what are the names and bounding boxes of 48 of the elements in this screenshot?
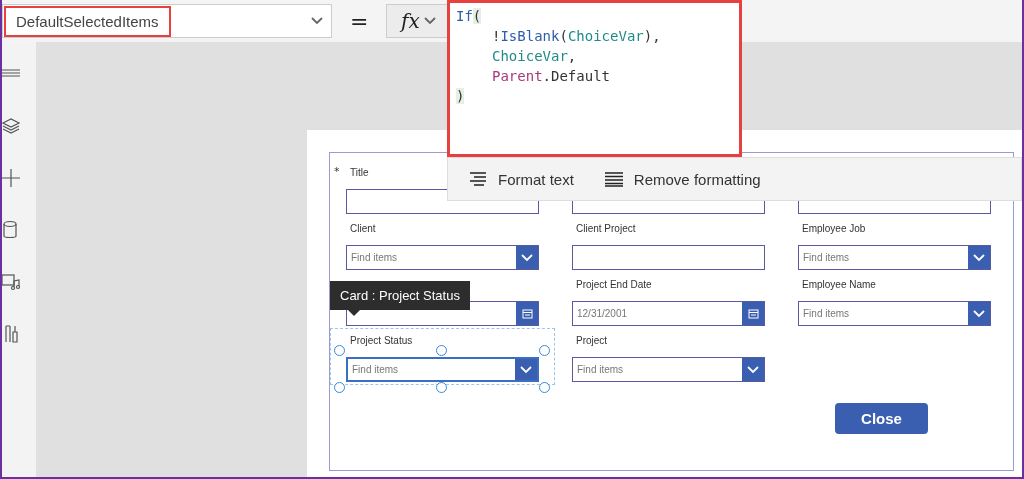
code-line: If( <box>456 7 483 26</box>
resize-handle[interactable] <box>539 345 550 356</box>
close-button[interactable]: Close <box>835 403 928 434</box>
calendar-icon <box>747 308 759 319</box>
field-label: Employee Job <box>802 223 866 234</box>
code-line: !IsBlank(ChoiceVar), <box>491 27 662 46</box>
resize-handle[interactable] <box>334 345 345 356</box>
dropdown-field[interactable]: Find items <box>346 357 539 382</box>
field-label: Client Project <box>576 223 636 234</box>
chevron-down-icon <box>521 253 533 262</box>
resize-handle[interactable] <box>539 382 550 393</box>
text-field[interactable] <box>572 245 765 270</box>
field-label: Title <box>350 167 369 178</box>
media-icon[interactable] <box>2 272 22 292</box>
dropdown-field[interactable]: Find items <box>346 245 539 270</box>
dropdown-field[interactable]: Find items <box>572 357 765 382</box>
dropdown-field[interactable]: Find items <box>798 245 991 270</box>
field-label: Employee Name <box>802 279 876 290</box>
date-field[interactable]: 12/31/2001 <box>572 301 765 326</box>
lines-icon <box>603 171 624 187</box>
dropdown-field[interactable]: Find items <box>798 301 991 326</box>
layers-icon[interactable] <box>2 116 22 136</box>
tooltip-pointer <box>348 310 360 316</box>
property-dropdown[interactable]: DefaultSelectedItems <box>2 4 332 38</box>
chevron-down-icon <box>520 365 532 374</box>
field-label: Client <box>350 223 376 234</box>
property-name: DefaultSelectedItems <box>4 5 171 37</box>
chevron-down-icon <box>973 309 985 318</box>
chevron-down-icon <box>311 17 323 25</box>
equals-sign: = <box>350 8 369 34</box>
chevron-down-icon <box>423 17 436 25</box>
align-lines-icon <box>468 171 488 187</box>
remove-formatting-button[interactable]: Remove formatting <box>603 170 761 188</box>
field-label: Project <box>576 335 608 346</box>
format-text-button[interactable]: Format text <box>468 170 574 188</box>
resize-handle[interactable] <box>436 345 447 356</box>
required-mark: * <box>334 165 340 178</box>
chevron-down-icon <box>973 253 985 262</box>
code-line: ChoiceVar, <box>491 47 578 66</box>
code-line: Parent.Default <box>491 67 611 86</box>
resize-handle[interactable] <box>436 382 447 393</box>
plus-icon[interactable] <box>2 168 22 188</box>
field-label: Project End Date <box>576 279 652 290</box>
resize-handle[interactable] <box>334 382 345 393</box>
field-label: Project Status <box>350 335 413 346</box>
chevron-down-icon <box>747 365 759 374</box>
calendar-icon <box>521 308 533 319</box>
formula-editor[interactable]: If( !IsBlank(ChoiceVar), ChoiceVar, Parent.Default ) <box>447 0 742 157</box>
